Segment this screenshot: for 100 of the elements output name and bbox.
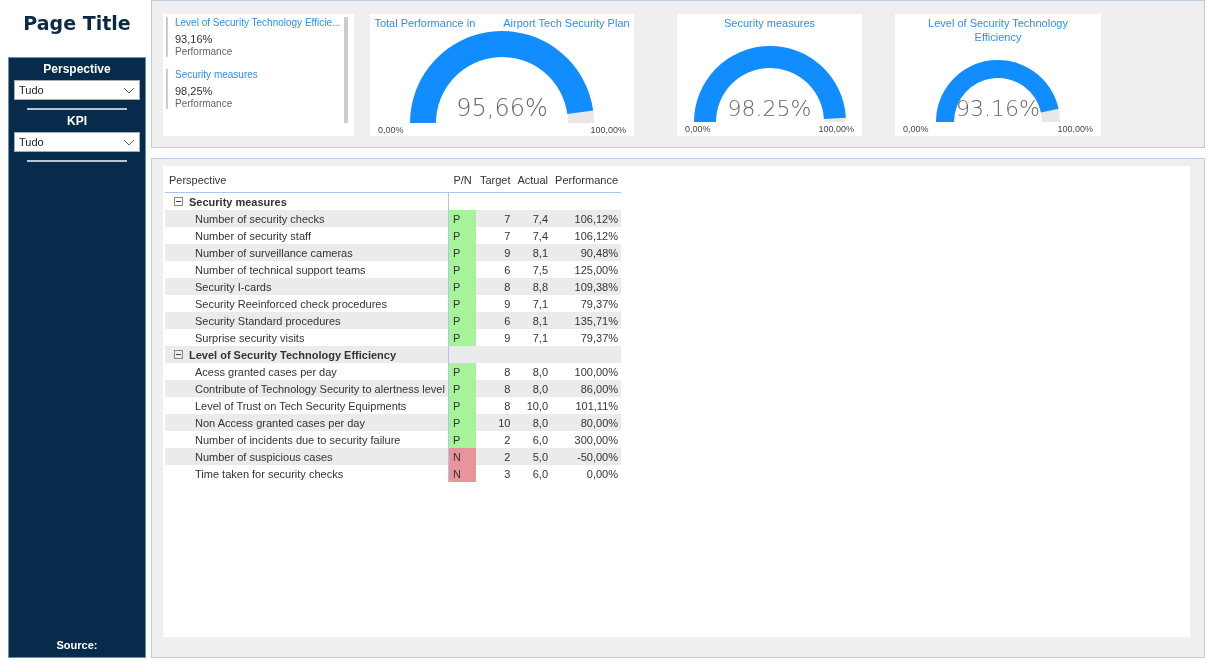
table-cell: 80,00% <box>551 414 622 431</box>
table-cell: 9 <box>475 244 514 261</box>
row-label: Number of suspicious cases <box>195 450 333 463</box>
chevron-down-icon <box>123 138 135 146</box>
page-title: Page Title <box>22 10 132 36</box>
kpi-title[interactable]: Level of Security Technology Efficie... <box>175 17 344 28</box>
row-label: Security Reeinforced check procedures <box>195 297 387 310</box>
gauge-max-label: 100,00% <box>818 124 854 134</box>
status-cell: P <box>448 261 476 278</box>
row-label: Number of incidents due to security failure <box>195 433 401 446</box>
gauge-max-label: 100,00% <box>590 125 626 135</box>
filter-label: KPI <box>67 113 87 130</box>
gauge-title: Level of Security Technology Efficiency <box>928 17 1068 43</box>
table-cell: 8,8 <box>513 278 552 295</box>
table-cell: 8 <box>475 363 514 380</box>
table-cell: 135,71% <box>551 312 622 329</box>
status-cell: P <box>448 312 476 329</box>
gauge-title: Security measures <box>723 17 816 29</box>
row-label: Acess granted cases per day <box>195 365 337 378</box>
table-cell: 8 <box>475 380 514 397</box>
table-cell: 7 <box>475 227 514 244</box>
status-cell: P <box>448 244 476 261</box>
table-cell: 7,1 <box>513 295 552 312</box>
table-cell: 8,0 <box>513 363 552 380</box>
collapse-icon[interactable] <box>174 350 183 359</box>
gauge-min-label: 0,00% <box>903 124 929 134</box>
table-cell: 8,1 <box>513 244 552 261</box>
table-cell: 10 <box>475 414 514 431</box>
table-cell: 6,0 <box>513 431 552 448</box>
table-cell: 125,00% <box>551 261 622 278</box>
row-label: Surprise security visits <box>195 331 305 344</box>
gauge-title: Total Performance in <box>374 16 476 30</box>
table-cell: 300,00% <box>551 431 622 448</box>
kpi-caption: Performance <box>175 98 234 109</box>
kpi-caption: Performance <box>175 46 234 57</box>
status-cell: P <box>448 397 476 414</box>
table-cell: 6 <box>475 261 514 278</box>
row-label: Contribute of Technology Security to alertness level <box>195 382 445 395</box>
table-cell: 106,12% <box>551 227 622 244</box>
column-header[interactable]: P/N <box>448 170 476 193</box>
table-cell: 8 <box>475 397 514 414</box>
chevron-down-icon <box>123 86 135 94</box>
table-cell: 86,00% <box>551 380 622 397</box>
table-cell: 8 <box>475 278 514 295</box>
table-cell: 100,00% <box>551 363 622 380</box>
gauge-title: Airport Tech Security Plan <box>503 16 630 30</box>
scrollbar[interactable] <box>344 17 348 123</box>
table-cell: 8,0 <box>513 380 552 397</box>
table-cell: 6 <box>475 312 514 329</box>
row-label: Time taken for security checks <box>195 467 344 480</box>
gauge-value: 95,66% <box>456 94 548 122</box>
status-cell: P <box>448 329 476 346</box>
table-cell: 7,4 <box>513 210 552 227</box>
gauge-value: 93.16% <box>956 96 1040 121</box>
table-cell: 7,1 <box>513 329 552 346</box>
column-header[interactable]: Target <box>475 170 514 193</box>
filter-label: Perspective <box>43 61 111 78</box>
table-cell: 109,38% <box>551 278 622 295</box>
status-cell: P <box>448 278 476 295</box>
table-cell: 5,0 <box>513 448 552 465</box>
table-cell: 7,4 <box>513 227 552 244</box>
column-header[interactable]: Performance <box>551 170 622 193</box>
group-label: Security measures <box>189 195 287 208</box>
row-label: Non Access granted cases per day <box>195 416 365 429</box>
status-cell: P <box>448 295 476 312</box>
table-cell: 8,0 <box>513 414 552 431</box>
status-cell: N <box>448 465 476 482</box>
filter-dropdown[interactable]: Tudo <box>14 132 140 152</box>
collapse-icon[interactable] <box>174 197 183 206</box>
row-label: Number of technical support teams <box>195 263 366 276</box>
filter-dropdown[interactable]: Tudo <box>14 80 140 100</box>
row-label: Security I-cards <box>195 280 272 293</box>
kpi-value: 93,16% <box>175 33 214 45</box>
table-cell: 9 <box>475 295 514 312</box>
table-cell: 106,12% <box>551 210 622 227</box>
status-cell: P <box>448 227 476 244</box>
status-cell: P <box>448 414 476 431</box>
status-cell: P <box>448 210 476 227</box>
source-label: Source: <box>56 639 98 651</box>
table-cell: 2 <box>475 431 514 448</box>
table-cell: 9 <box>475 329 514 346</box>
group-label: Level of Security Technology Efficiency <box>189 348 397 361</box>
gauge-max-label: 100,00% <box>1057 124 1093 134</box>
column-header[interactable]: Perspective <box>165 170 449 193</box>
column-header[interactable]: Actual <box>513 170 552 193</box>
table-cell: 10,0 <box>513 397 552 414</box>
kpi-title[interactable]: Security measures <box>175 69 344 80</box>
table-cell: 7 <box>475 210 514 227</box>
status-cell: P <box>448 363 476 380</box>
row-label: Security Standard procedures <box>195 314 341 327</box>
table-cell: 79,37% <box>551 295 622 312</box>
table-cell: 6,0 <box>513 465 552 482</box>
table-cell: 90,48% <box>551 244 622 261</box>
table-cell: -50,00% <box>551 448 622 465</box>
table-cell: 2 <box>475 448 514 465</box>
status-cell: P <box>448 431 476 448</box>
row-label: Number of security checks <box>195 212 325 225</box>
table-cell: 8,1 <box>513 312 552 329</box>
kpi-value: 98,25% <box>175 85 214 97</box>
gauge-min-label: 0,00% <box>685 124 711 134</box>
